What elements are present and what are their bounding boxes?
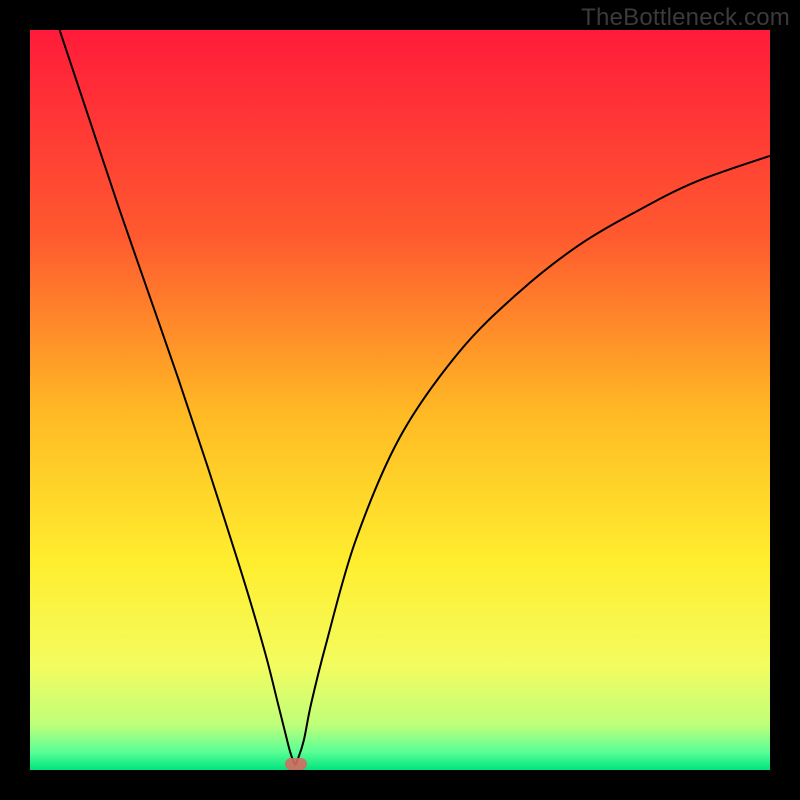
chart-background — [30, 30, 770, 770]
watermark-text: TheBottleneck.com — [581, 4, 790, 32]
chart-plot — [30, 30, 770, 770]
chart-frame: TheBottleneck.com — [0, 0, 800, 800]
optimum-marker — [285, 758, 307, 770]
